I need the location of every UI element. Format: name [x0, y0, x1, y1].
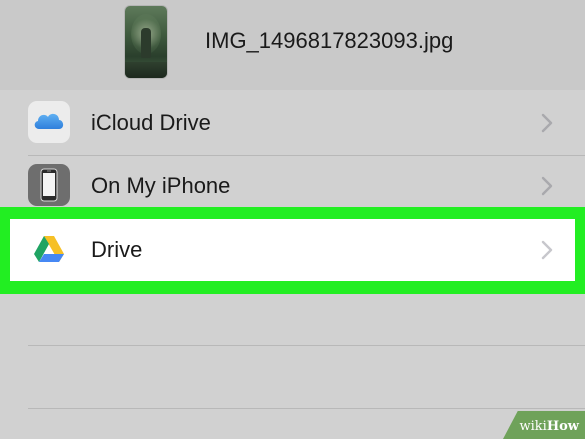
thumbnail-figure [141, 28, 151, 58]
location-label: iCloud Drive [91, 110, 211, 135]
watermark-prefix: wiki [519, 419, 547, 434]
chevron-right-icon [541, 113, 553, 133]
row-separator [28, 345, 585, 346]
icloud-icon [28, 101, 70, 143]
location-row-icloud-drive[interactable]: iCloud Drive [0, 92, 585, 154]
chevron-right-icon [541, 240, 553, 260]
location-label: On My iPhone [91, 173, 231, 198]
location-row-drive[interactable]: Drive [10, 219, 575, 281]
photo-thumbnail [125, 6, 167, 78]
chevron-right-icon [541, 176, 553, 196]
thumbnail-ground [125, 62, 167, 78]
row-separator [28, 408, 585, 409]
google-drive-icon [28, 228, 70, 270]
file-header: IMG_1496817823093.jpg [0, 0, 585, 90]
file-name: IMG_1496817823093.jpg [205, 28, 454, 53]
location-label: Drive [91, 237, 143, 262]
screen: IMG_1496817823093.jpg iCloud Drive On My… [0, 0, 585, 439]
iphone-icon [28, 164, 70, 206]
watermark-suffix: How [546, 419, 579, 434]
wikihow-logo: wikiHow [520, 419, 579, 434]
